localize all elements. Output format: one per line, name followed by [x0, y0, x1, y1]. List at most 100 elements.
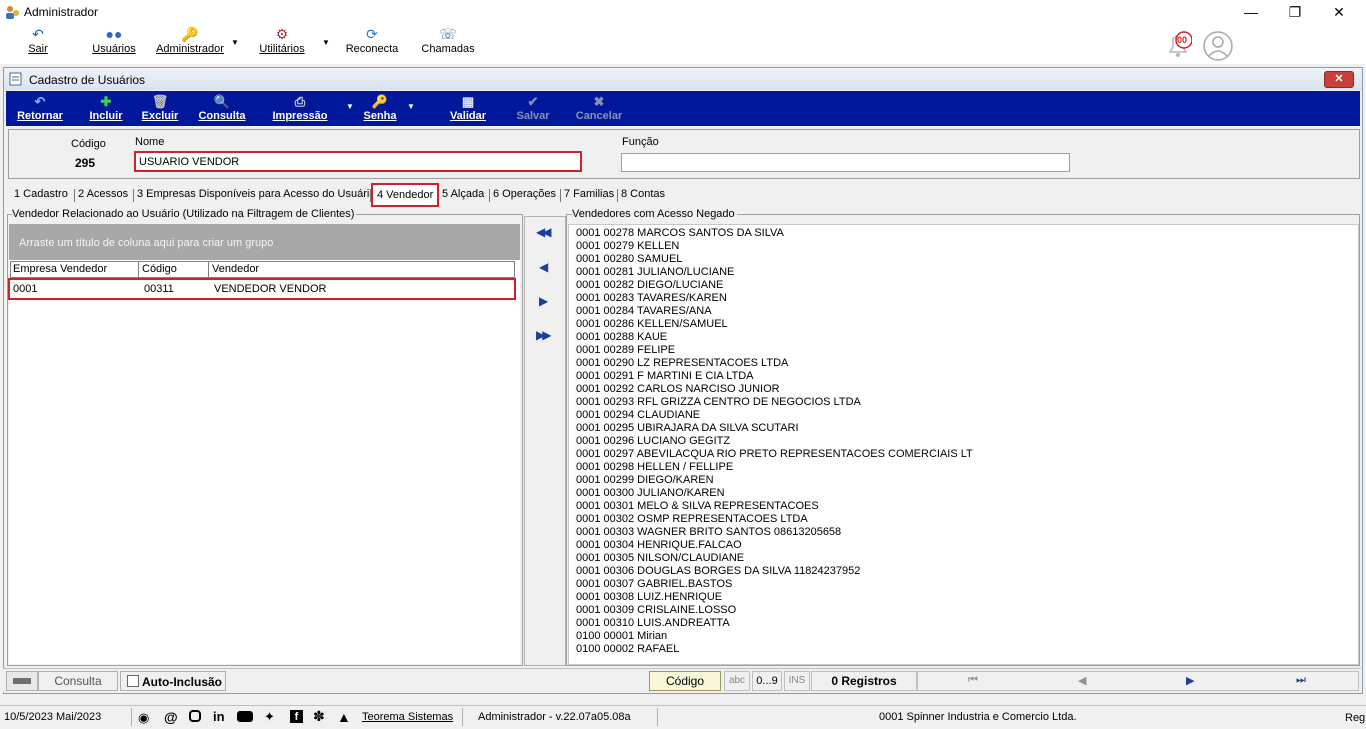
excluir-button[interactable]: 🗑 Excluir [138, 94, 182, 122]
list-item[interactable]: 0001 00286 KELLEN/SAMUEL [569, 318, 1358, 331]
acesso-negado-list[interactable]: 0001 00278 MARCOS SANTOS DA SILVA 0001 00… [568, 224, 1359, 665]
list-item[interactable]: 0001 00279 KELLEN [569, 240, 1358, 253]
utilitarios-button[interactable]: ⚙ Utilitários [256, 26, 308, 55]
move-all-right-button[interactable]: ▶▶ [536, 328, 552, 342]
funcao-input[interactable] [621, 153, 1070, 172]
senha-button[interactable]: 🔑 Senha [358, 94, 402, 122]
consulta-button[interactable]: 🔍 Consulta [194, 94, 250, 122]
tab-familias[interactable]: 7 Familias [564, 188, 614, 200]
list-item[interactable]: 0001 00307 GABRIEL.BASTOS [569, 578, 1358, 591]
list-item[interactable]: 0100 00001 Mirian [569, 630, 1358, 643]
restore-button[interactable]: ❐ [1272, 0, 1318, 24]
facebook-icon[interactable]: f [290, 710, 303, 723]
move-left-button[interactable]: ◀ [539, 260, 548, 274]
previous-record-icon[interactable]: ◀ [1078, 674, 1086, 687]
impressao-button[interactable]: ⎙ Impressão [264, 94, 336, 122]
list-item[interactable]: 0001 00298 HELLEN / FELLIPE [569, 461, 1358, 474]
tab-vendedor[interactable]: 4 Vendedor [371, 183, 440, 207]
administrador-dropdown-icon[interactable]: ▼ [231, 38, 239, 47]
validar-button[interactable]: ▦ Validar [442, 94, 494, 122]
usuarios-button[interactable]: ●● Usuários [88, 26, 140, 55]
chamadas-button[interactable]: ☏ Chamadas [418, 26, 478, 55]
app-icon [4, 4, 20, 20]
salvar-button[interactable]: ✔ Salvar [510, 94, 556, 122]
administrador-button[interactable]: 🔑 Administrador [154, 26, 226, 55]
list-item[interactable]: 0001 00301 MELO & SILVA REPRESENTACOES [569, 500, 1358, 513]
list-item[interactable]: 0001 00295 UBIRAJARA DA SILVA SCUTARI [569, 422, 1358, 435]
user-avatar-icon[interactable] [1202, 30, 1234, 62]
linkedin-icon[interactable]: in [213, 709, 225, 724]
list-item[interactable]: 0001 00293 RFL GRIZZA CENTRO DE NEGOCIOS… [569, 396, 1358, 409]
nome-input[interactable]: USUARIO VENDOR [134, 151, 582, 172]
youtube-icon[interactable] [237, 711, 253, 722]
consulta-toggle[interactable]: Consulta [38, 671, 118, 691]
impressao-dropdown-icon[interactable]: ▼ [346, 102, 354, 111]
last-record-icon[interactable]: ⏭ [1296, 674, 1306, 687]
form-title: Cadastro de Usuários [29, 73, 146, 87]
retornar-button[interactable]: ↶ Retornar [12, 94, 68, 122]
list-item[interactable]: 0001 00288 KAUE [569, 331, 1358, 344]
list-item[interactable]: 0100 00002 RAFAEL [569, 643, 1358, 656]
list-item[interactable]: 0001 00308 LUIZ.HENRIQUE [569, 591, 1358, 604]
twitter-icon[interactable]: ✦ [264, 709, 275, 725]
reconecta-button[interactable]: ⟳ Reconecta [340, 26, 404, 55]
cell-codigo: 00311 [144, 283, 174, 295]
list-item[interactable]: 0001 00284 TAVARES/ANA [569, 305, 1358, 318]
list-item[interactable]: 0001 00282 DIEGO/LUCIANE [569, 279, 1358, 292]
list-item[interactable]: 0001 00300 JULIANO/KAREN [569, 487, 1358, 500]
list-item[interactable]: 0001 00290 LZ REPRESENTACOES LTDA [569, 357, 1358, 370]
list-item[interactable]: 0001 00304 HENRIQUE.FALCAO [569, 539, 1358, 552]
senha-dropdown-icon[interactable]: ▼ [407, 102, 415, 111]
column-empresa-vendedor[interactable]: Empresa Vendedor [13, 263, 107, 276]
instagram-icon[interactable] [189, 710, 201, 722]
list-item[interactable]: 0001 00283 TAVARES/KAREN [569, 292, 1358, 305]
list-item[interactable]: 0001 00296 LUCIANO GEGITZ [569, 435, 1358, 448]
list-item[interactable]: 0001 00291 F MARTINI E CIA LTDA [569, 370, 1358, 383]
list-item[interactable]: 0001 00294 CLAUDIANE [569, 409, 1358, 422]
list-item[interactable]: 0001 00299 DIEGO/KAREN [569, 474, 1358, 487]
utilitarios-dropdown-icon[interactable]: ▼ [322, 38, 330, 47]
tab-alcada[interactable]: 5 Alçada [442, 188, 484, 200]
list-item[interactable]: 0001 00306 DOUGLAS BORGES DA SILVA 11824… [569, 565, 1358, 578]
list-item[interactable]: 0001 00305 NILSON/CLAUDIANE [569, 552, 1358, 565]
close-window-button[interactable]: ✕ [1316, 0, 1362, 24]
close-form-button[interactable]: ✕ [1324, 71, 1354, 88]
keyboard-icon[interactable] [6, 671, 38, 691]
first-record-icon[interactable]: ⏮ [968, 674, 978, 687]
list-item[interactable]: 0001 00310 LUIS.ANDREATTA [569, 617, 1358, 630]
list-item[interactable]: 0001 00278 MARCOS SANTOS DA SILVA [569, 227, 1358, 240]
list-item[interactable]: 0001 00280 SAMUEL [569, 253, 1358, 266]
tab-cadastro[interactable]: 1 Cadastro [14, 188, 68, 200]
teamviewer-icon[interactable]: ◉ [138, 710, 149, 726]
tab-operacoes[interactable]: 6 Operações [493, 188, 556, 200]
password-icon: 🔑 [371, 94, 389, 109]
codigo-search-field[interactable]: Código [649, 671, 721, 691]
tab-acessos[interactable]: 2 Acessos [78, 188, 128, 200]
list-item[interactable]: 0001 00309 CRISLAINE.LOSSO [569, 604, 1358, 617]
next-record-icon[interactable]: ▶ [1186, 674, 1194, 687]
column-vendedor[interactable]: Vendedor [212, 263, 259, 276]
form-title-bar: Cadastro de Usuários ✕ [4, 68, 1362, 90]
feather-icon[interactable]: ✽ [313, 708, 325, 725]
list-item[interactable]: 0001 00281 JULIANO/LUCIANE [569, 266, 1358, 279]
list-item[interactable]: 0001 00292 CARLOS NARCISO JUNIOR [569, 383, 1358, 396]
cancelar-button[interactable]: ✖ Cancelar [572, 94, 626, 122]
move-all-left-button[interactable]: ◀◀ [536, 225, 552, 239]
tab-empresas[interactable]: 3 Empresas Disponíveis para Acesso do Us… [137, 188, 375, 200]
incluir-button[interactable]: ✚ Incluir [84, 94, 128, 122]
sair-button[interactable]: ↶ Sair [22, 26, 54, 55]
teorema-sistemas-link[interactable]: Teorema Sistemas [362, 711, 453, 723]
minimize-button[interactable]: — [1228, 0, 1274, 24]
list-item[interactable]: 0001 00302 OSMP REPRESENTACOES LTDA [569, 513, 1358, 526]
list-item[interactable]: 0001 00303 WAGNER BRITO SANTOS 086132056… [569, 526, 1358, 539]
column-codigo[interactable]: Código [142, 263, 177, 276]
table-row[interactable]: 0001 00311 VENDEDOR VENDOR [8, 278, 516, 300]
list-item[interactable]: 0001 00289 FELIPE [569, 344, 1358, 357]
list-item[interactable]: 0001 00297 ABEVILACQUA RIO PRETO REPRESE… [569, 448, 1358, 461]
auto-inclusao-checkbox[interactable] [127, 675, 139, 687]
group-by-area[interactable]: Arraste um título de coluna aqui para cr… [9, 224, 520, 260]
move-right-button[interactable]: ▶ [539, 294, 548, 308]
tab-contas[interactable]: 8 Contas [621, 188, 665, 200]
email-icon[interactable]: @ [164, 709, 178, 725]
notification-bell-icon[interactable]: 00 [1164, 30, 1193, 60]
